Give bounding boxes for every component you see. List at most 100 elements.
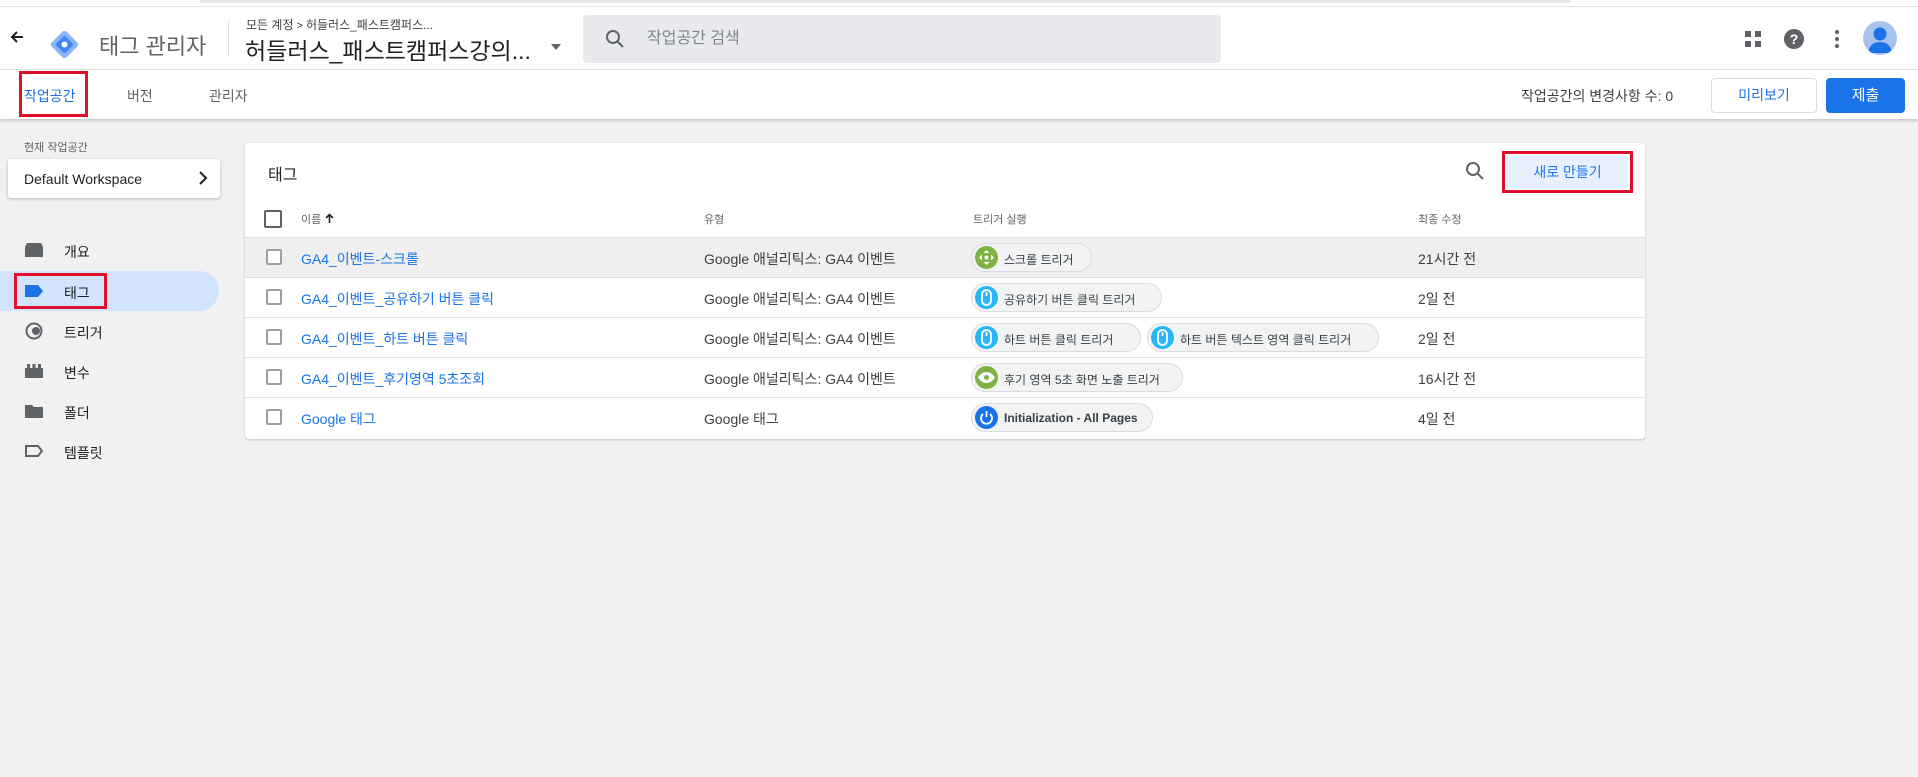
highlight-box <box>14 273 107 309</box>
scroll-indicator <box>200 0 1570 3</box>
arrow-back-icon[interactable] <box>6 29 28 51</box>
trigger-chip[interactable]: 하트 버튼 클릭 트리거 <box>971 323 1141 352</box>
table-row[interactable]: GA4_이벤트_하트 버튼 클릭 Google 애널리틱스: GA4 이벤트 하… <box>245 317 1645 357</box>
trigger-chip-label: 공유하기 버튼 클릭 트리거 <box>1004 293 1136 307</box>
workspace-nav: 작업공간 버전 관리자 작업공간의 변경사항 수: 0 미리보기 제출 <box>0 70 1918 119</box>
chevron-right-icon <box>199 171 208 185</box>
container-dropdown-icon[interactable] <box>551 44 561 50</box>
sidebar-item-label: 템플릿 <box>64 445 103 461</box>
trigger-chip-label: 후기 영역 5초 화면 노출 트리거 <box>1004 373 1160 387</box>
breadcrumb-separator: > <box>296 20 303 32</box>
breadcrumb[interactable]: 모든 계정 > 허들러스_패스트캠퍼스... <box>246 16 433 33</box>
highlight-box <box>19 71 88 117</box>
template-icon <box>25 445 44 457</box>
apps-grid-icon[interactable] <box>1741 27 1765 51</box>
current-workspace-label: 현재 작업공간 <box>24 142 88 154</box>
select-all-checkbox[interactable] <box>264 210 282 228</box>
sidebar-item-label: 개요 <box>64 244 90 260</box>
container-name[interactable]: 허들러스_패스트캠퍼스강의... <box>245 32 531 66</box>
avatar[interactable] <box>1863 21 1897 55</box>
trigger-icon <box>25 322 43 340</box>
table-row[interactable]: Google 태그 Google 태그 Initialization - All… <box>245 397 1645 437</box>
last-modified: 2일 전 <box>1418 291 1456 307</box>
sidebar-item-variables[interactable]: 변수 <box>0 351 219 391</box>
row-checkbox[interactable] <box>266 249 282 265</box>
tag-name-link[interactable]: GA4_이벤트_공유하기 버튼 클릭 <box>301 289 494 309</box>
breadcrumb-account[interactable]: 모든 계정 <box>246 18 294 32</box>
last-modified: 21시간 전 <box>1418 251 1477 267</box>
row-checkbox[interactable] <box>266 329 282 345</box>
tag-type: Google 애널리틱스: GA4 이벤트 <box>704 291 896 307</box>
tab-admin[interactable]: 관리자 <box>209 86 248 106</box>
browser-top-strip <box>0 0 1918 7</box>
tag-name-link[interactable]: GA4_이벤트-스크롤 <box>301 249 419 269</box>
sidebar-item-label: 트리거 <box>64 325 103 341</box>
sidebar-item-overview[interactable]: 개요 <box>0 230 219 270</box>
trigger-chip-label: Initialization - All Pages <box>1004 411 1138 425</box>
mouse-icon <box>975 286 998 309</box>
eye-icon <box>975 366 998 389</box>
search-icon[interactable] <box>1465 161 1485 181</box>
sidebar-item-templates[interactable]: 템플릿 <box>0 431 219 471</box>
trigger-chip[interactable]: 공유하기 버튼 클릭 트리거 <box>971 283 1162 312</box>
tag-name-link[interactable]: GA4_이벤트_하트 버튼 클릭 <box>301 329 468 349</box>
last-modified: 4일 전 <box>1418 411 1456 427</box>
scroll-icon <box>975 246 998 269</box>
tag-type: Google 애널리틱스: GA4 이벤트 <box>704 371 896 387</box>
trigger-chip-label: 하트 버튼 텍스트 영역 클릭 트리거 <box>1180 333 1352 347</box>
sidebar-item-label: 변수 <box>64 365 90 381</box>
power-icon <box>975 406 998 429</box>
last-modified: 16시간 전 <box>1418 371 1477 387</box>
submit-button[interactable]: 제출 <box>1826 78 1905 113</box>
overview-icon <box>25 243 43 257</box>
workspace-selector[interactable]: Default Workspace <box>8 159 220 198</box>
column-header-modified[interactable]: 최종 수정 <box>1418 211 1462 227</box>
table-row[interactable]: GA4_이벤트_공유하기 버튼 클릭 Google 애널리틱스: GA4 이벤트… <box>245 277 1645 317</box>
trigger-chip-label: 하트 버튼 클릭 트리거 <box>1004 333 1114 347</box>
svg-text:?: ? <box>1790 31 1799 47</box>
mouse-icon <box>975 326 998 349</box>
workspace-name: Default Workspace <box>24 171 143 187</box>
product-name[interactable]: 태그 관리자 <box>99 29 206 61</box>
trigger-chip-label: 스크롤 트리거 <box>1004 253 1074 267</box>
app-header: 태그 관리자 모든 계정 > 허들러스_패스트캠퍼스... 허들러스_패스트캠퍼스강… <box>0 7 1918 70</box>
workspace-search[interactable] <box>583 15 1221 63</box>
table-row[interactable]: GA4_이벤트-스크롤 Google 애널리틱스: GA4 이벤트 스크롤 트리… <box>245 237 1645 277</box>
more-vert-icon[interactable] <box>1825 27 1849 51</box>
search-icon <box>606 30 624 48</box>
table-row[interactable]: GA4_이벤트_후기영역 5초조회 Google 애널리틱스: GA4 이벤트 … <box>245 357 1645 397</box>
tag-type: Google 태그 <box>704 411 779 427</box>
trigger-chip[interactable]: 하트 버튼 텍스트 영역 클릭 트리거 <box>1147 323 1379 352</box>
help-icon[interactable]: ? <box>1782 27 1806 51</box>
tag-name-link[interactable]: Google 태그 <box>301 409 376 429</box>
header-divider <box>228 21 229 57</box>
variable-icon <box>25 364 43 378</box>
tags-card: 태그 새로 만들기 이름 유형 트리거 실행 최종 수정 GA4_이벤트-스크롤… <box>245 143 1645 439</box>
breadcrumb-container[interactable]: 허들러스_패스트캠퍼스... <box>306 18 433 32</box>
sidebar-item-triggers[interactable]: 트리거 <box>0 311 219 351</box>
tag-name-link[interactable]: GA4_이벤트_후기영역 5초조회 <box>301 369 485 389</box>
column-header-triggers[interactable]: 트리거 실행 <box>973 211 1027 227</box>
trigger-chip[interactable]: 후기 영역 5초 화면 노출 트리거 <box>971 363 1183 392</box>
row-checkbox[interactable] <box>266 289 282 305</box>
trigger-chip[interactable]: Initialization - All Pages <box>971 403 1153 432</box>
search-input[interactable] <box>647 27 1187 51</box>
tag-type: Google 애널리틱스: GA4 이벤트 <box>704 331 896 347</box>
row-checkbox[interactable] <box>266 409 282 425</box>
gtm-logo-icon[interactable] <box>49 29 80 60</box>
changes-count: 작업공간의 변경사항 수: 0 <box>1521 88 1674 104</box>
sidebar-item-folders[interactable]: 폴더 <box>0 391 219 431</box>
tag-type: Google 애널리틱스: GA4 이벤트 <box>704 251 896 267</box>
highlight-box <box>1502 151 1633 193</box>
row-checkbox[interactable] <box>266 369 282 385</box>
sidebar-item-label: 폴더 <box>64 405 90 421</box>
card-title: 태그 <box>268 167 298 184</box>
folder-icon <box>25 405 43 418</box>
column-header-name[interactable]: 이름 <box>301 211 335 227</box>
tab-versions[interactable]: 버전 <box>127 86 153 106</box>
column-header-type[interactable]: 유형 <box>704 211 724 227</box>
mouse-icon <box>1151 326 1174 349</box>
preview-button[interactable]: 미리보기 <box>1711 78 1817 113</box>
arrow-up-icon <box>325 213 334 223</box>
trigger-chip[interactable]: 스크롤 트리거 <box>971 243 1092 272</box>
